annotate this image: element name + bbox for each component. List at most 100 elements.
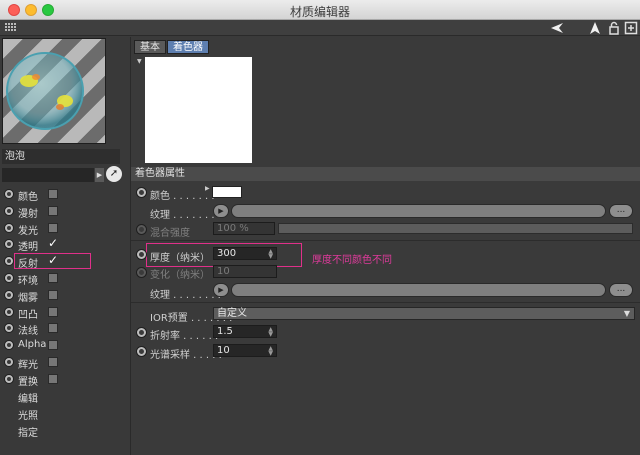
- lock-icon[interactable]: [607, 21, 621, 35]
- thickness-value: 300: [217, 248, 237, 259]
- channel-fog[interactable]: 烟雾: [4, 287, 126, 304]
- channel-label: Alpha: [18, 339, 47, 351]
- checkmark-icon[interactable]: ✓: [48, 237, 58, 249]
- refraction-field[interactable]: 1.5 ▲ ▼: [213, 325, 277, 338]
- texture-browse-button[interactable]: ...: [609, 204, 633, 218]
- spectral-radio[interactable]: [136, 346, 147, 357]
- channel-radio[interactable]: [4, 306, 14, 317]
- channel-environment[interactable]: 环境: [4, 270, 126, 287]
- channel-checkbox[interactable]: [48, 205, 58, 216]
- chevron-down-icon[interactable]: ▼: [624, 308, 630, 319]
- channel-radio[interactable]: [4, 189, 14, 199]
- reflection-highlight: [14, 253, 91, 269]
- thickness-radio[interactable]: [136, 249, 147, 260]
- variation-field[interactable]: 10: [213, 265, 277, 278]
- stepper-icon[interactable]: ▲ ▼: [268, 249, 273, 260]
- sidebar-item-edit[interactable]: 编辑: [18, 390, 38, 405]
- spectral-value: 10: [217, 345, 230, 356]
- annotation-note: 厚度不同颜色不同: [312, 255, 392, 266]
- tab-basic[interactable]: 基本: [134, 40, 166, 54]
- thickness-field[interactable]: 300 ▲ ▼: [213, 247, 277, 260]
- variation-label: 变化（纳米）: [150, 270, 210, 281]
- title-bar: 材质编辑器: [0, 0, 640, 20]
- variation-radio[interactable]: [136, 267, 147, 278]
- channel-checkbox[interactable]: [48, 373, 58, 384]
- refraction-value: 1.5: [217, 326, 233, 337]
- channel-alpha[interactable]: Alpha: [4, 337, 126, 353]
- texture-slot[interactable]: [231, 204, 606, 218]
- material-name-field[interactable]: 泡泡: [2, 149, 120, 164]
- texture2-slot[interactable]: [231, 283, 606, 297]
- channel-radio[interactable]: [4, 323, 14, 334]
- color-radio[interactable]: [136, 187, 147, 198]
- channel-checkbox[interactable]: [48, 189, 58, 199]
- stepper-icon[interactable]: ▲ ▼: [268, 327, 273, 338]
- channel-color[interactable]: 颜色: [4, 186, 126, 203]
- color-swatch[interactable]: [212, 186, 242, 198]
- window-title: 材质编辑器: [289, 5, 350, 19]
- channel-radio[interactable]: [4, 273, 14, 283]
- collapse-arrow-icon[interactable]: ▼: [137, 58, 142, 65]
- channel-checkbox[interactable]: [48, 306, 58, 317]
- tab-shader[interactable]: 着色器: [167, 40, 209, 54]
- texture2-label: 纹理 . . . . . . . .: [150, 290, 221, 301]
- stepper-icon[interactable]: ▲ ▼: [268, 346, 273, 357]
- channel-label: 法线: [18, 326, 38, 338]
- new-window-icon[interactable]: [624, 21, 638, 35]
- channel-checkbox[interactable]: [48, 222, 58, 233]
- texture2-browse-button[interactable]: ...: [609, 283, 633, 297]
- ior-preset-value: 自定义: [217, 308, 247, 319]
- channel-checkbox[interactable]: [48, 289, 58, 300]
- grid-icon[interactable]: [4, 21, 18, 35]
- expand-arrow-icon[interactable]: ▶: [205, 185, 210, 192]
- spectral-label: 光谱采样 . . . . .: [150, 350, 222, 361]
- channel-radio[interactable]: [4, 289, 14, 300]
- channel-normal[interactable]: 法线: [4, 320, 126, 338]
- channel-glow[interactable]: 辉光: [4, 354, 126, 371]
- thickness-label: 厚度（纳米）: [150, 253, 210, 264]
- channel-transparency[interactable]: 透明 ✓: [4, 236, 126, 253]
- mix-strength-field[interactable]: 100 %: [213, 222, 275, 235]
- material-preview-dropdown[interactable]: [2, 168, 94, 182]
- channel-label: 发光: [18, 225, 38, 237]
- channel-diffusion[interactable]: 漫射: [4, 203, 126, 220]
- shader-preview: [145, 57, 252, 163]
- channel-radio[interactable]: [4, 239, 14, 250]
- channel-radio[interactable]: [4, 340, 14, 351]
- channel-radio[interactable]: [4, 357, 14, 367]
- refraction-radio[interactable]: [136, 327, 147, 338]
- arrow-up-icon[interactable]: [588, 21, 602, 35]
- texture-menu-button[interactable]: ▶: [213, 204, 229, 218]
- channel-label: 烟雾: [18, 292, 38, 304]
- dropdown-arrow-icon[interactable]: ▶: [95, 168, 104, 182]
- sidebar-item-lighting[interactable]: 光照: [18, 407, 38, 422]
- divider: [131, 240, 640, 241]
- texture-label: 纹理 . . . . . . . .: [150, 210, 221, 221]
- channel-bump[interactable]: 凹凸: [4, 304, 126, 321]
- channel-radio[interactable]: [4, 256, 14, 267]
- channel-radio[interactable]: [4, 222, 14, 233]
- channel-radio[interactable]: [4, 373, 14, 384]
- channel-luminance[interactable]: 发光: [4, 220, 126, 237]
- bubble-sphere-icon: [6, 52, 84, 130]
- section-title: 着色器属性: [131, 167, 640, 181]
- arrow-left-icon[interactable]: [550, 21, 564, 35]
- channel-label: 颜色: [18, 192, 38, 203]
- channel-radio[interactable]: [4, 205, 14, 216]
- spectral-field[interactable]: 10 ▲ ▼: [213, 344, 277, 357]
- mix-strength-slider[interactable]: [278, 223, 633, 234]
- pointer-cursor-icon[interactable]: ➚: [106, 166, 122, 182]
- texture2-menu-button[interactable]: ▶: [213, 283, 229, 297]
- material-preview[interactable]: [2, 38, 106, 144]
- refraction-label: 折射率 . . . . . .: [150, 331, 219, 342]
- channel-label: 漫射: [18, 208, 38, 220]
- channel-checkbox[interactable]: [48, 357, 58, 367]
- ior-preset-select[interactable]: 自定义 ▼: [213, 307, 635, 320]
- sidebar-item-assign[interactable]: 指定: [18, 424, 38, 439]
- mix-radio[interactable]: [136, 224, 147, 235]
- channel-checkbox[interactable]: [48, 340, 58, 351]
- channel-checkbox[interactable]: [48, 273, 58, 283]
- channel-displacement[interactable]: 置换: [4, 371, 126, 388]
- channel-label: 环境: [18, 276, 38, 287]
- channel-checkbox[interactable]: [48, 323, 58, 334]
